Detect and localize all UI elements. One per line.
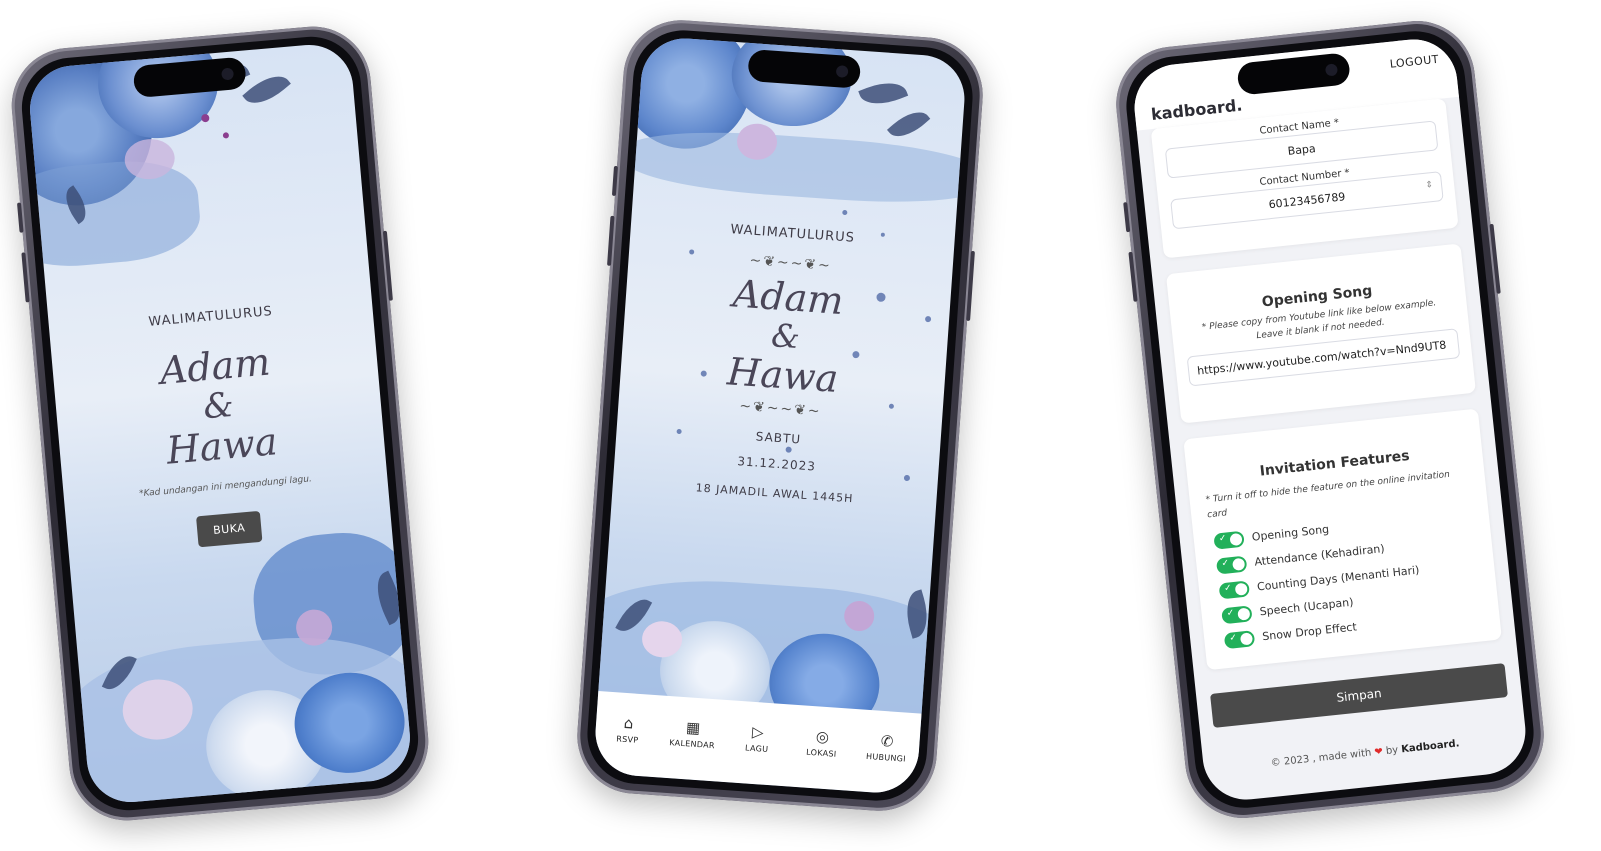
heart-icon: ❤: [1373, 746, 1384, 759]
admin-editor-screen: kadboard. LOGOUT Contact Name * Bapa Con…: [1130, 35, 1530, 804]
play-icon: ▷: [751, 722, 765, 742]
logout-link[interactable]: LOGOUT: [1389, 53, 1439, 71]
phone-mockup-2: WALIMATULURUS ~❦~~❦~ Adam & Hawa ~❦~~❦~ …: [573, 16, 987, 815]
invitation-content: WALIMATULURUS ~❦~~❦~ Adam & Hawa ~❦~~❦~ …: [613, 215, 955, 511]
cover-content: WALIMATULURUS Adam & Hawa *Kad undangan …: [49, 295, 392, 558]
toggle-opening-song[interactable]: ✓: [1213, 530, 1245, 550]
footer: © 2023 , made with ❤ by Kadboard.: [1203, 731, 1526, 776]
rsvp-icon: ⌂: [623, 713, 634, 732]
footer-brand: Kadboard.: [1400, 738, 1460, 756]
opening-song-card: Opening Song * Please copy from Youtube …: [1165, 243, 1476, 424]
save-button[interactable]: Simpan: [1210, 663, 1508, 728]
location-icon: ◎: [815, 726, 830, 746]
footer-prefix: © 2023 , made with: [1270, 747, 1372, 770]
toggle-counting-days[interactable]: ✓: [1218, 579, 1250, 599]
toggle-attendance[interactable]: ✓: [1215, 555, 1248, 575]
toggle-speech[interactable]: ✓: [1221, 604, 1253, 624]
invitation-cover-screen: WALIMATULURUS Adam & Hawa *Kad undangan …: [26, 41, 414, 806]
phone-mockup-3: kadboard. LOGOUT Contact Name * Bapa Con…: [1110, 15, 1550, 824]
event-heading: WALIMATULURUS: [147, 304, 274, 330]
nav-hubungi[interactable]: ✆ HUBUNGI: [856, 731, 918, 764]
calendar-icon: ▦: [685, 717, 701, 737]
phone-icon: ✆: [880, 731, 895, 751]
invitation-main-screen: WALIMATULURUS ~❦~~❦~ Adam & Hawa ~❦~~❦~ …: [592, 35, 968, 796]
number-stepper-icon[interactable]: ⇕: [1425, 180, 1434, 191]
brand-logo: kadboard.: [1150, 95, 1244, 124]
feature-toggle-list: ✓ Opening Song ✓ Attendance (Kehadiran) …: [1213, 502, 1485, 653]
toggle-snow-drop[interactable]: ✓: [1223, 629, 1256, 649]
nav-lokasi[interactable]: ◎ LOKASI: [791, 726, 853, 759]
footer-by: by: [1385, 744, 1399, 757]
features-card: Invitation Features * Turn it off to hid…: [1183, 408, 1502, 671]
nav-rsvp[interactable]: ⌂ RSVP: [597, 713, 659, 746]
open-button[interactable]: BUKA: [195, 510, 263, 548]
nav-kalendar[interactable]: ▦ KALENDAR: [662, 717, 724, 750]
hijri-date: 18 JAMADIL AWAL 1445H: [695, 481, 854, 506]
nav-lagu[interactable]: ▷ LAGU: [726, 722, 788, 755]
phone-mockup-1: WALIMATULURUS Adam & Hawa *Kad undangan …: [6, 21, 434, 826]
